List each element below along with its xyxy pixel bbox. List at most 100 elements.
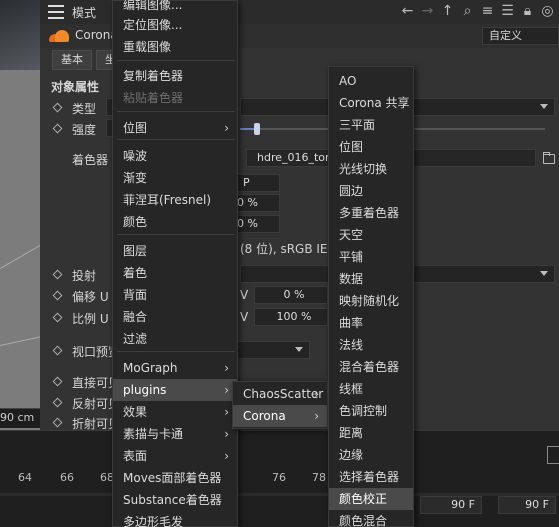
menu-item-9[interactable]: 颜色 xyxy=(113,211,237,233)
menu-item-11[interactable]: 着色 xyxy=(113,262,237,284)
keyframe-diamond-icon[interactable] xyxy=(52,312,63,323)
arrow-right-icon[interactable]: → xyxy=(420,3,435,19)
menu-item-8[interactable]: 菲涅耳(Fresnel) xyxy=(113,189,237,211)
corona-submenu-item-16[interactable]: 距离 xyxy=(329,422,413,444)
corona-submenu: AO Corona 共享三平面位图 光线切换圆边多重着色器天空平铺数据 映射随机化 曲率… xyxy=(328,66,414,527)
tab-basic[interactable]: 基本 xyxy=(52,50,92,70)
preset-dropdown[interactable]: 自定义 xyxy=(482,27,559,45)
prop-label: 强度 xyxy=(72,123,97,137)
arrow-left-icon[interactable]: ← xyxy=(400,3,415,19)
corona-submenu-item-11[interactable]: 曲率 xyxy=(329,312,413,334)
section-title: 对象属性 xyxy=(51,80,100,94)
corona-logo-icon xyxy=(49,30,69,42)
menu-item-label: 多重着色器 xyxy=(339,206,400,220)
viewport-ruler: 90 cm xyxy=(0,408,40,428)
menu-item-18[interactable]: 素描与卡通 › xyxy=(113,423,237,445)
corona-submenu-item-5[interactable]: 圆边 xyxy=(329,180,413,202)
menu-item-19[interactable]: 表面 › xyxy=(113,445,237,467)
offset-v-field[interactable]: 0 % xyxy=(254,286,328,304)
plugins-submenu-item-1[interactable]: Corona › xyxy=(233,405,327,427)
menu-item-13[interactable]: 融合 xyxy=(113,306,237,328)
menu-item-10[interactable]: 图层 xyxy=(113,240,237,262)
timeline-tick: 76 xyxy=(272,471,286,484)
corona-submenu-item-6[interactable]: 多重着色器 xyxy=(329,202,413,224)
corona-submenu-item-7[interactable]: 天空 xyxy=(329,224,413,246)
menu-item-2[interactable]: 重载图像 xyxy=(113,36,237,58)
viewport-grid-line xyxy=(0,208,40,269)
search-icon[interactable]: ⌕ xyxy=(460,3,475,19)
corona-submenu-item-15[interactable]: 色调控制 xyxy=(329,400,413,422)
corona-submenu-item-4[interactable]: 光线切换 xyxy=(329,158,413,180)
menu-item-21[interactable]: Substance着色器 xyxy=(113,489,237,511)
plugins-submenu-item-0[interactable]: ChaosScatter › xyxy=(233,383,327,405)
menu-item-14[interactable]: 过滤 xyxy=(113,328,237,350)
menu-item-label: 多边形毛发 xyxy=(123,515,184,527)
menu-item-7[interactable]: 渐变 xyxy=(113,167,237,189)
scale-v-field[interactable]: 100 % xyxy=(254,308,328,326)
menu-item-label: 圆边 xyxy=(339,184,364,198)
preview-dropdown[interactable] xyxy=(236,341,310,359)
timeline-tick: 78 xyxy=(312,471,326,484)
keyframe-diamond-icon[interactable] xyxy=(52,102,63,113)
corona-submenu-item-8[interactable]: 平铺 xyxy=(329,246,413,268)
menu-item-16[interactable]: plugins › xyxy=(113,379,237,401)
menu-item-label: 三平面 xyxy=(339,118,376,132)
keyframe-diamond-icon[interactable] xyxy=(52,345,63,356)
menu-item-label: 颜色混合 xyxy=(339,514,388,527)
keyframe-diamond-icon[interactable] xyxy=(52,376,63,387)
menu-item-4: 粘贴着色器 xyxy=(113,87,237,109)
prop-label: 比例 U xyxy=(72,312,109,326)
menu-item-22[interactable]: 多边形毛发 xyxy=(113,511,237,527)
corona-submenu-item-10[interactable]: 映射随机化 xyxy=(329,290,413,312)
menu-item-12[interactable]: 背面 xyxy=(113,284,237,306)
list-icon[interactable]: ☰ xyxy=(500,3,515,19)
keyframe-diamond-icon[interactable] xyxy=(52,269,63,280)
keyframe-diamond-icon[interactable] xyxy=(52,397,63,408)
chevron-right-icon: › xyxy=(224,405,229,419)
target-icon[interactable]: ◎ xyxy=(540,3,555,19)
menu-item-5[interactable]: 位图 › xyxy=(113,117,237,139)
mode-menu[interactable]: 模式 xyxy=(72,4,96,21)
corona-submenu-item-1[interactable]: Corona 共享 xyxy=(329,92,413,114)
menu-item-label: 平铺 xyxy=(339,250,364,264)
corona-submenu-item-19[interactable]: 颜色校正 xyxy=(329,488,413,510)
menu-item-15[interactable]: MoGraph › xyxy=(113,357,237,379)
keyframe-diamond-icon[interactable] xyxy=(52,123,63,134)
menu-item-label: MoGraph xyxy=(123,361,178,375)
menu-item-1[interactable]: 定位图像... xyxy=(113,14,237,36)
corona-submenu-item-13[interactable]: 混合着色器 xyxy=(329,356,413,378)
menu-item-17[interactable]: 效果 › xyxy=(113,401,237,423)
viewport-grid-line xyxy=(0,320,40,346)
filter-icon[interactable]: ≡ xyxy=(480,3,495,19)
corona-submenu-item-18[interactable]: 选择着色器 xyxy=(329,466,413,488)
menu-item-6[interactable]: 噪波 xyxy=(113,145,237,167)
timeline-end-field[interactable]: 90 F xyxy=(498,496,556,514)
arrow-up-icon[interactable]: ↑ xyxy=(440,3,455,19)
corona-submenu-item-2[interactable]: 三平面 xyxy=(329,114,413,136)
corona-submenu-item-17[interactable]: 边缘 xyxy=(329,444,413,466)
corona-submenu-item-0[interactable]: AO xyxy=(329,70,413,92)
timeline-start-field[interactable]: 90 F xyxy=(420,496,482,514)
keyframe-diamond-icon[interactable] xyxy=(52,417,63,428)
menu-item-label: 融合 xyxy=(123,310,148,324)
corona-submenu-item-20[interactable]: 颜色混合 xyxy=(329,510,413,527)
3d-viewport[interactable]: 90 cm xyxy=(0,0,40,430)
menu-separator xyxy=(117,111,235,112)
lock-icon[interactable]: 🔒︎ xyxy=(520,3,535,19)
menu-item-label: 混合着色器 xyxy=(339,360,400,374)
mode-dropdown[interactable]: P xyxy=(236,174,280,192)
keyframe-diamond-icon[interactable] xyxy=(52,290,63,301)
prop-label: 着色器 xyxy=(72,153,109,167)
menu-item-label: 重载图像 xyxy=(123,40,172,54)
corona-submenu-item-3[interactable]: 位图 xyxy=(329,136,413,158)
timeline-keyframe-icon[interactable] xyxy=(547,446,559,464)
menu-item-3[interactable]: 复制着色器 xyxy=(113,65,237,87)
menu-item-20[interactable]: Moves面部着色器 xyxy=(113,467,237,489)
menu-separator xyxy=(117,139,235,140)
corona-submenu-item-9[interactable]: 数据 xyxy=(329,268,413,290)
folder-icon[interactable] xyxy=(543,152,555,164)
menu-item-label: 边缘 xyxy=(339,448,364,462)
corona-submenu-item-14[interactable]: 线框 xyxy=(329,378,413,400)
hamburger-menu-icon[interactable] xyxy=(48,5,64,19)
corona-submenu-item-12[interactable]: 法线 xyxy=(329,334,413,356)
